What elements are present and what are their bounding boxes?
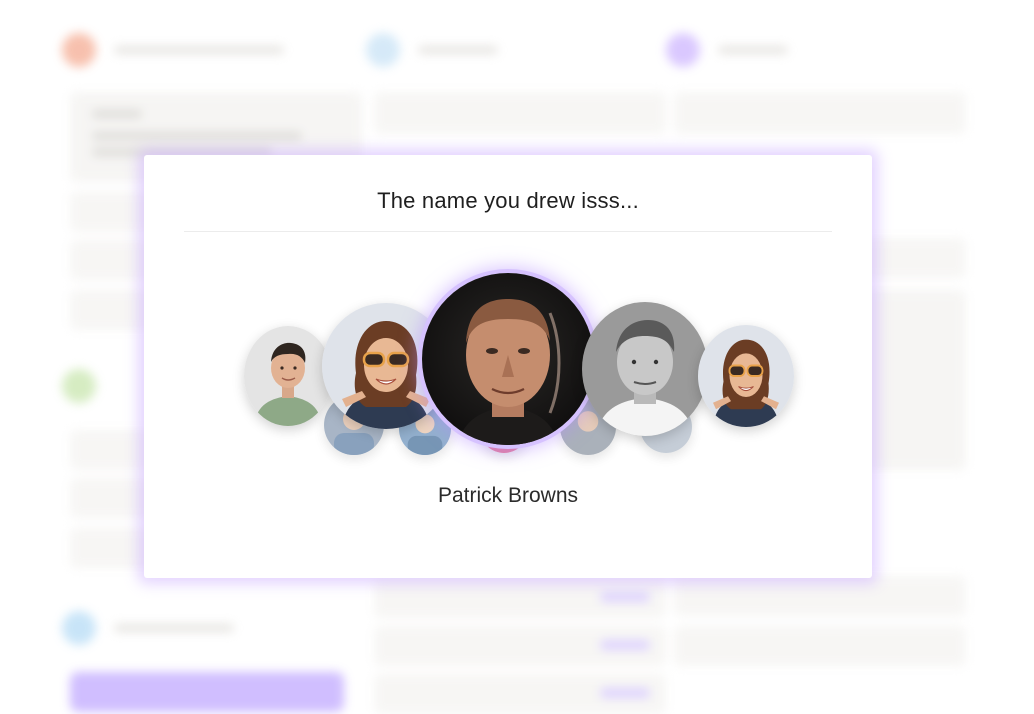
green-circle-icon xyxy=(62,369,96,403)
avatar-selected xyxy=(422,273,594,445)
divider xyxy=(184,231,832,232)
avatar-far-right xyxy=(698,325,794,427)
winner-name: Patrick Browns xyxy=(437,484,579,507)
background-header xyxy=(62,32,284,68)
avatar-far-left xyxy=(244,326,332,426)
orange-circle-icon xyxy=(62,33,96,67)
light-blue-circle-icon xyxy=(366,33,400,67)
blue-circle-icon xyxy=(62,611,96,645)
draw-result-modal: The name you drew isss... Patrick Browns xyxy=(144,155,872,578)
modal-title: The name you drew isss... xyxy=(377,188,639,213)
avatar-right xyxy=(582,302,708,436)
purple-circle-icon xyxy=(666,33,700,67)
background-primary-button xyxy=(70,672,344,712)
